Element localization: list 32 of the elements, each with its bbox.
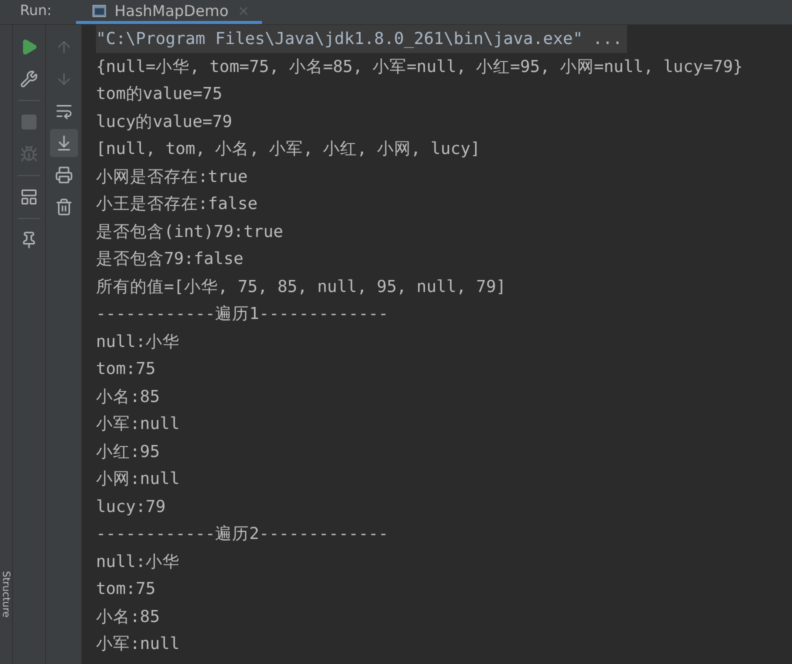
console-line: tom:75	[96, 358, 156, 380]
console-line: 小军:null	[96, 413, 180, 435]
console-line: tom的value=75	[96, 83, 222, 105]
console-line: 小网是否存在:true	[96, 166, 248, 188]
trash-icon[interactable]	[54, 198, 72, 216]
console-line: 小红:95	[96, 440, 160, 462]
console-line: 小王是否存在:false	[96, 193, 258, 215]
console-line: [null, tom, 小名, 小军, 小红, 小网, lucy]	[96, 138, 480, 160]
console-line: ------------遍历1-------------	[96, 303, 388, 325]
console-line: ------------遍历2-------------	[96, 523, 388, 545]
layout-icon[interactable]	[20, 188, 38, 206]
console-line: null:小华	[96, 550, 180, 572]
pin-icon[interactable]	[20, 231, 38, 249]
window-icon	[92, 4, 106, 18]
console-line: tom:75	[96, 578, 156, 600]
play-icon[interactable]	[20, 38, 38, 56]
console-line: null:小华	[96, 330, 180, 352]
console-line: 小名:85	[96, 386, 160, 408]
console-line: {null=小华, tom=75, 小名=85, 小军=null, 小红=95, 小网=null, lucy=79}	[96, 56, 743, 78]
run-label: Run:	[20, 2, 52, 21]
console-line: lucy:79	[96, 496, 166, 518]
console-line: 所有的值=[小华, 75, 85, null, 95, null, 79]	[96, 276, 506, 298]
console-line: 是否包含(int)79:true	[96, 220, 284, 242]
console-line: 小网:null	[96, 468, 180, 490]
printer-icon[interactable]	[54, 166, 72, 184]
structure-tab[interactable]: Structure	[1, 571, 11, 618]
console-line: lucy的value=79	[96, 110, 232, 132]
console-line: 小军:null	[96, 633, 180, 655]
console-line: 小名:85	[96, 606, 160, 628]
console-line: 是否包含79:false	[96, 248, 244, 270]
wrap-icon[interactable]	[54, 102, 72, 120]
wrench-icon[interactable]	[20, 70, 38, 88]
